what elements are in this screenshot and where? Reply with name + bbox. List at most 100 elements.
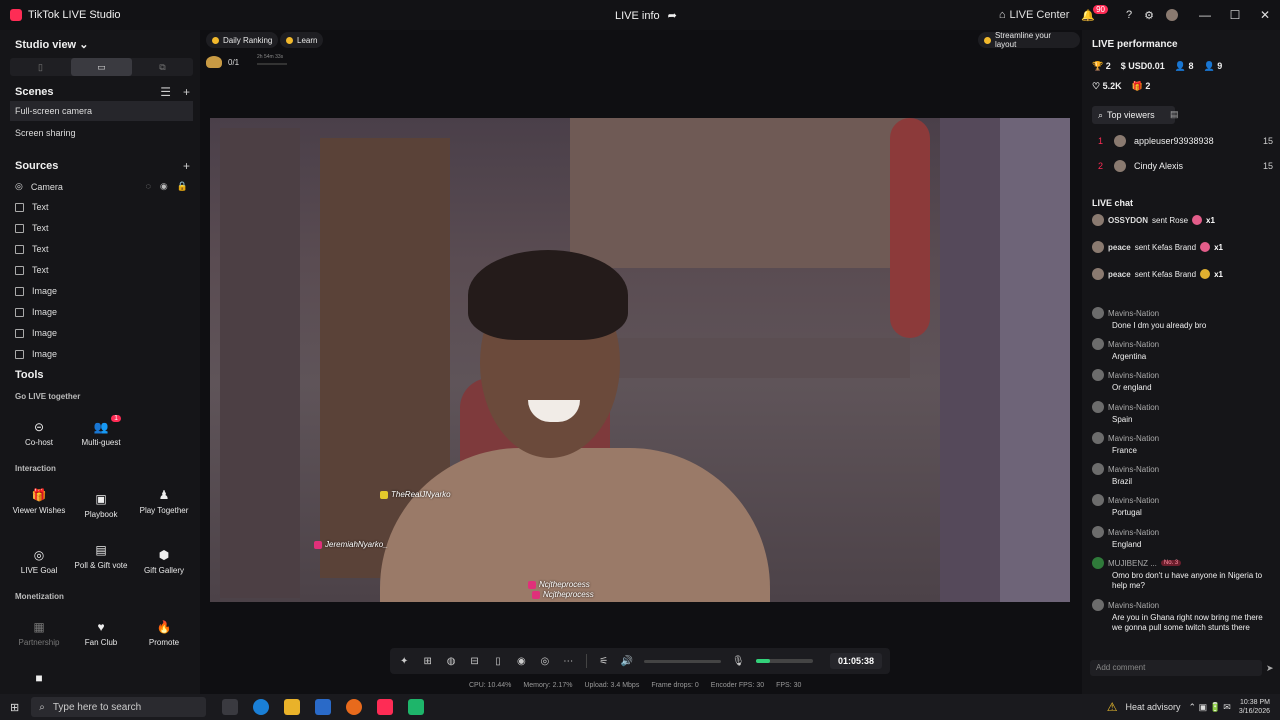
viewer-wishes-button[interactable]: 🎁 Viewer Wishes <box>9 488 69 515</box>
microphone-icon[interactable]: 🎙 <box>732 656 745 667</box>
chat-message[interactable]: Mavins-Nation Are you in Ghana right now … <box>1092 599 1272 633</box>
multiguest-button[interactable]: 1 👥 Multi-guest <box>71 415 131 447</box>
live-center-button[interactable]: ⌂ LIVE Center <box>999 9 1070 21</box>
app-icon[interactable] <box>408 699 425 715</box>
studio-view-label: Studio view <box>15 39 77 51</box>
chat-message[interactable]: Mavins-Nation Spain <box>1092 401 1272 425</box>
chat-message[interactable]: Mavins-Nation Done I dm you already bro <box>1092 307 1272 331</box>
studio-view-dropdown[interactable]: Studio view ⌄ <box>15 38 88 51</box>
landscape-layout-tab[interactable]: ▭ <box>71 58 132 76</box>
scene-item-fullscreen-camera[interactable]: Full-screen camera <box>10 101 193 121</box>
source-item-text[interactable]: Text <box>15 244 49 254</box>
source-item-image[interactable]: Image <box>15 349 57 359</box>
layout-icon[interactable]: ⊟ <box>468 656 480 667</box>
top-viewer-row[interactable]: 1 appleuser93938938 15 <box>1098 135 1273 147</box>
phone-icon[interactable]: ▯ <box>492 656 504 667</box>
top-viewers-tab[interactable]: ⌕ Top viewers <box>1092 106 1175 124</box>
poll-gift-vote-button[interactable]: ▤ Poll & Gift vote <box>71 543 131 570</box>
partnership-label: Partnership <box>18 638 60 647</box>
close-button[interactable]: ✕ <box>1250 8 1280 22</box>
lock-icon[interactable]: 🔒 <box>177 181 188 192</box>
eye-icon[interactable]: ◉ <box>160 181 168 192</box>
gift-gallery-button[interactable]: ⬢ Gift Gallery <box>134 548 194 575</box>
source-label: Text <box>32 223 49 233</box>
scene-item-screen-sharing[interactable]: Screen sharing <box>10 123 193 143</box>
source-item-image[interactable]: Image <box>15 307 57 317</box>
file-explorer-icon[interactable] <box>284 699 301 715</box>
dual-layout-icon: ⧉ <box>159 61 166 72</box>
weather-status[interactable]: Heat advisory <box>1126 702 1181 712</box>
fan-club-button[interactable]: ♥ Fan Club <box>71 620 131 647</box>
chat-message[interactable]: Mavins-Nation Portugal <box>1092 494 1272 518</box>
mixer-icon[interactable]: ⚟ <box>597 656 609 667</box>
camera-preview[interactable]: TheRealJNyarko JeremiahNyarko_ Ncjthepro… <box>210 118 1070 602</box>
edge-icon[interactable] <box>253 699 270 715</box>
source-item-image[interactable]: Image <box>15 328 57 338</box>
more-icon[interactable]: ⋯ <box>562 656 574 667</box>
chat-message[interactable]: Mavins-Nation France <box>1092 432 1272 456</box>
chat-message[interactable]: Mavins-Nation Argentina <box>1092 338 1272 362</box>
magic-wand-icon[interactable]: ✦ <box>398 656 410 667</box>
source-item-text[interactable]: Text <box>15 265 49 275</box>
firefox-icon[interactable] <box>346 699 363 715</box>
camera-settings-icon[interactable]: ◎ <box>539 656 551 667</box>
taskbar-search-input[interactable]: ⌕ Type here to search <box>31 697 207 717</box>
live-info-header[interactable]: LIVE info ➦ <box>615 9 677 23</box>
tiktok-studio-icon[interactable] <box>377 699 394 715</box>
multiguest-badge: 1 <box>111 415 121 422</box>
source-label: Image <box>32 349 58 359</box>
live-goal-button[interactable]: ◎ LIVE Goal <box>9 548 69 575</box>
source-item-text[interactable]: Text <box>15 223 49 233</box>
earnings-value: USD0.01 <box>1128 61 1165 71</box>
notifications-button[interactable]: 🔔 90 <box>1081 4 1114 22</box>
refresh-icon[interactable]: ◌ <box>146 181 151 192</box>
add-source-icon[interactable]: ⊞ <box>421 656 433 667</box>
daily-ranking-chip[interactable]: Daily Ranking <box>206 32 279 48</box>
share-icon[interactable]: ➦ <box>668 9 677 22</box>
speaker-icon[interactable]: 🔊 <box>621 656 633 667</box>
source-item-camera[interactable]: ◎ Camera <box>15 181 63 192</box>
learn-chip[interactable]: Learn <box>280 32 324 48</box>
gifters-metric: 🎁 2 <box>1131 81 1151 91</box>
source-item-image[interactable]: Image <box>15 286 57 296</box>
avatar[interactable] <box>1166 9 1178 21</box>
dual-layout-tab[interactable]: ⧉ <box>132 58 193 76</box>
microphone-level-slider[interactable] <box>755 659 813 663</box>
streamer-hair-image <box>468 250 628 340</box>
record-button[interactable]: ■ <box>9 671 69 689</box>
source-item-text[interactable]: Text <box>15 202 49 212</box>
effects-icon[interactable]: ◍ <box>445 656 457 667</box>
portrait-layout-tab[interactable]: ▯ <box>10 58 71 76</box>
task-view-icon[interactable] <box>222 699 239 715</box>
chat-message[interactable]: MUJIBENZ ... No. 3 Omo bro don't u have an… <box>1092 557 1272 591</box>
clock[interactable]: 10:38 PM 3/16/2026 <box>1239 698 1270 716</box>
add-source-icon[interactable]: + <box>183 159 190 173</box>
playbook-button[interactable]: ▣ Playbook <box>71 492 131 519</box>
chat-message[interactable]: Mavins-Nation Or england <box>1092 369 1272 393</box>
record-icon[interactable]: ◉ <box>515 656 527 667</box>
chat-message[interactable]: Mavins-Nation Brazil <box>1092 463 1272 487</box>
maximize-button[interactable]: ☐ <box>1220 8 1250 22</box>
partnership-button[interactable]: ▦ Partnership <box>9 620 69 647</box>
windows-start-icon[interactable]: ⊞ <box>10 701 19 714</box>
minimize-button[interactable]: — <box>1190 8 1220 22</box>
chat-message[interactable]: Mavins-Nation England <box>1092 526 1272 550</box>
settings-button[interactable]: ⚙ <box>1144 9 1154 22</box>
chat-text: Argentina <box>1112 352 1147 361</box>
add-comment-input[interactable]: Add comment <box>1090 660 1262 676</box>
tray-icons[interactable]: ⌃ ▣ 🔋 ✉ <box>1189 702 1231 713</box>
list-icon[interactable]: ☰ <box>160 85 171 99</box>
help-button[interactable]: ? <box>1126 9 1132 21</box>
send-icon[interactable]: ➤ <box>1266 663 1274 674</box>
streamline-layout-chip[interactable]: Streamline your layout <box>978 31 1080 49</box>
promote-button[interactable]: 🔥 Promote <box>134 620 194 647</box>
speaker-volume-slider[interactable] <box>644 659 721 663</box>
play-together-button[interactable]: ♟ Play Together <box>134 488 194 515</box>
live-goal-widget[interactable]: 0/1 <box>206 56 239 68</box>
top-viewer-row[interactable]: 2 Cindy Alexis 15 <box>1098 160 1273 172</box>
cohost-button[interactable]: ⊝ Co-host <box>9 420 69 447</box>
store-icon[interactable] <box>315 699 332 715</box>
camera-icon: ◎ <box>15 181 23 191</box>
list-view-icon[interactable]: ▤ <box>1170 109 1179 120</box>
add-scene-icon[interactable]: + <box>183 85 190 99</box>
